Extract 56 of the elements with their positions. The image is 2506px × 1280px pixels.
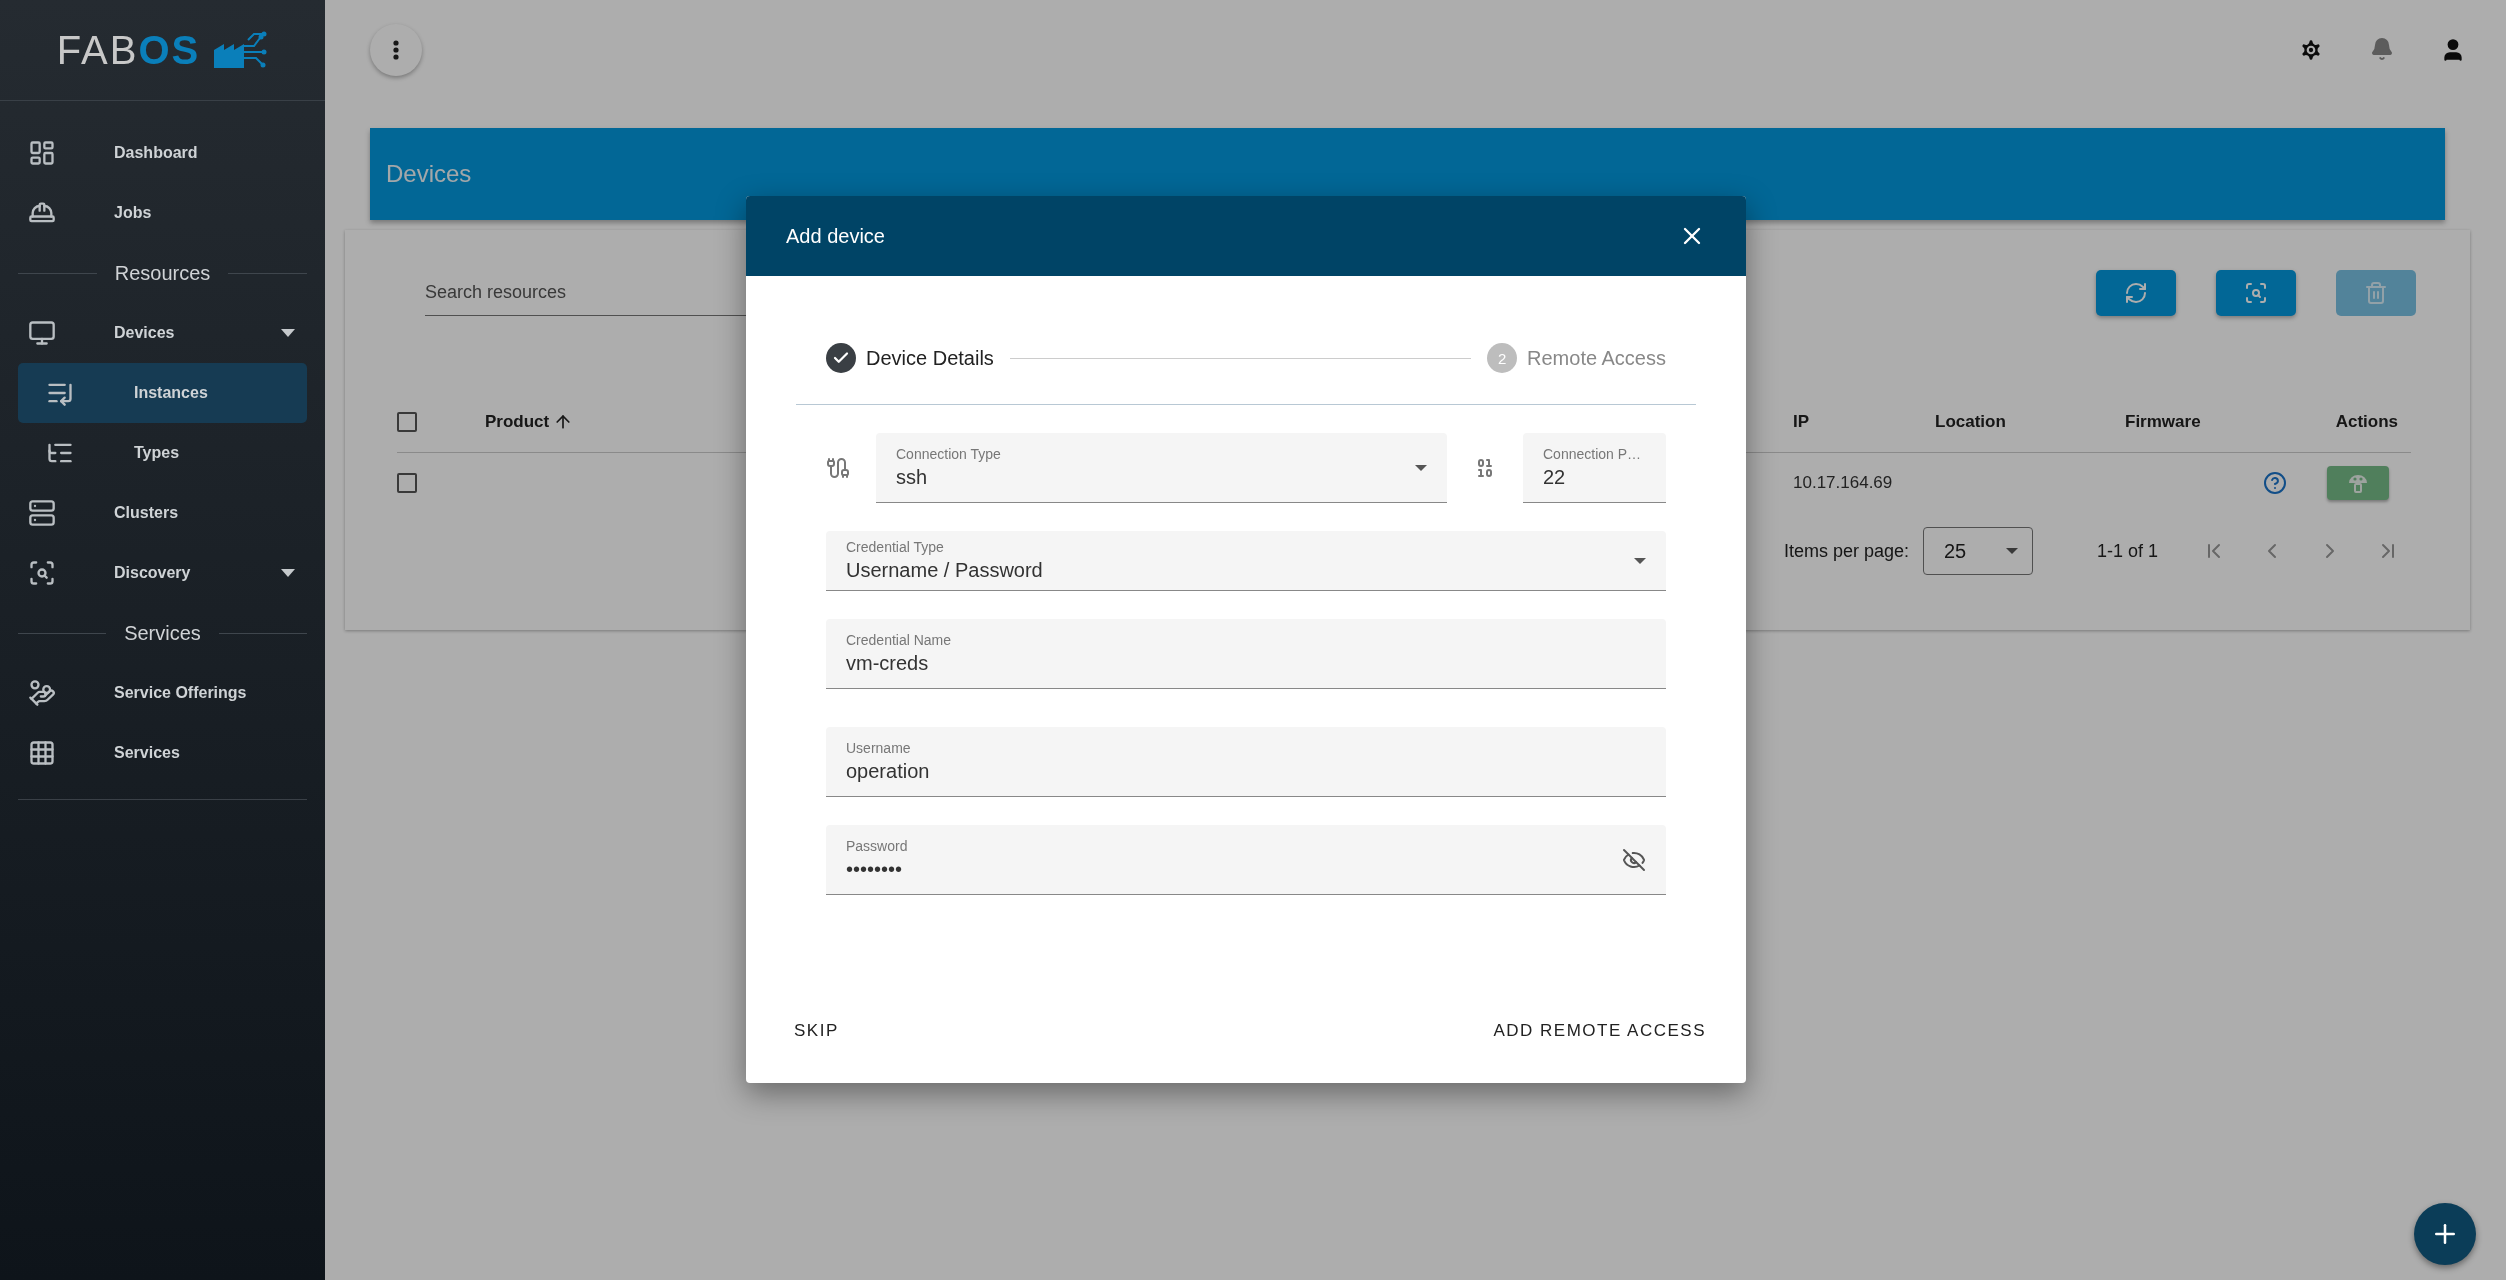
checkbox[interactable]: [397, 473, 417, 493]
column-header[interactable]: IP: [1793, 392, 1935, 453]
refresh-button[interactable]: [2096, 270, 2176, 316]
column-header[interactable]: Location: [1935, 392, 2125, 453]
plug-icon: [826, 456, 850, 480]
section-heading: Services: [124, 621, 201, 645]
page-title: Devices: [386, 160, 472, 188]
sidebar-item[interactable]: Services: [18, 723, 307, 783]
screen-search-icon: [2244, 281, 2268, 305]
password-field[interactable]: Password ••••••••: [826, 825, 1666, 895]
input-field[interactable]: Credential Name vm-creds: [826, 619, 1666, 689]
screen-search-icon: [28, 559, 56, 587]
dashboard-icon: [28, 139, 56, 167]
logo: FABOS: [0, 0, 325, 101]
caret-icon: [2005, 548, 2018, 554]
computer-icon: [28, 319, 56, 347]
sidebar-item[interactable]: Devices: [18, 303, 307, 363]
grid-icon: [28, 739, 56, 767]
help-icon[interactable]: [2263, 471, 2287, 495]
kebab-icon: [393, 40, 399, 60]
column-header[interactable]: Actions: [2245, 392, 2411, 453]
page-range: 1-1 of 1: [2096, 540, 2158, 562]
input-field[interactable]: Username operation: [826, 727, 1666, 797]
skip-button[interactable]: SKIP: [794, 1015, 839, 1047]
refresh-icon: [2124, 281, 2148, 305]
add-button[interactable]: [2414, 1203, 2476, 1265]
next-button[interactable]: ADD REMOTE ACCESS: [1493, 1015, 1706, 1047]
sidebar-item[interactable]: Discovery: [18, 543, 307, 603]
action-button[interactable]: [2327, 466, 2389, 500]
sidebar-item[interactable]: Clusters: [18, 483, 307, 543]
server-icon: [28, 499, 56, 527]
pager-label: Items per page:: [1783, 540, 1909, 562]
trash-icon: [2364, 281, 2388, 305]
notification-button[interactable]: [2370, 37, 2394, 63]
hide-password-icon[interactable]: [1622, 847, 1646, 872]
sidebar-item[interactable]: Instances: [18, 363, 307, 423]
step[interactable]: 2 Remote Access: [1487, 343, 1666, 373]
checkbox[interactable]: [397, 412, 417, 432]
select-field[interactable]: Credential Type Username / Password: [826, 531, 1666, 591]
select-field[interactable]: Connection Type ssh: [876, 433, 1447, 503]
dialog-title: Add device: [786, 224, 885, 248]
input-field[interactable]: Connection P… 22: [1523, 433, 1666, 503]
sidebar-item[interactable]: Jobs: [18, 183, 307, 243]
step[interactable]: Device Details: [826, 343, 994, 373]
column-header[interactable]: Firmware: [2125, 392, 2245, 453]
caret-icon: [1415, 464, 1427, 471]
section-heading: Resources: [114, 261, 211, 285]
sidebar-item[interactable]: Service Offerings: [18, 663, 307, 723]
screen-search-button[interactable]: [2216, 270, 2296, 316]
sidebar-item[interactable]: Dashboard: [18, 123, 307, 183]
sidebar-item[interactable]: Types: [18, 423, 307, 483]
table-cell-text: 10.17.164.69: [1793, 472, 1894, 494]
caret-icon: [1634, 557, 1646, 564]
more-menu-button[interactable]: [370, 24, 422, 76]
page-size-select[interactable]: 25: [1922, 527, 2033, 575]
hand-icon: [28, 679, 56, 707]
